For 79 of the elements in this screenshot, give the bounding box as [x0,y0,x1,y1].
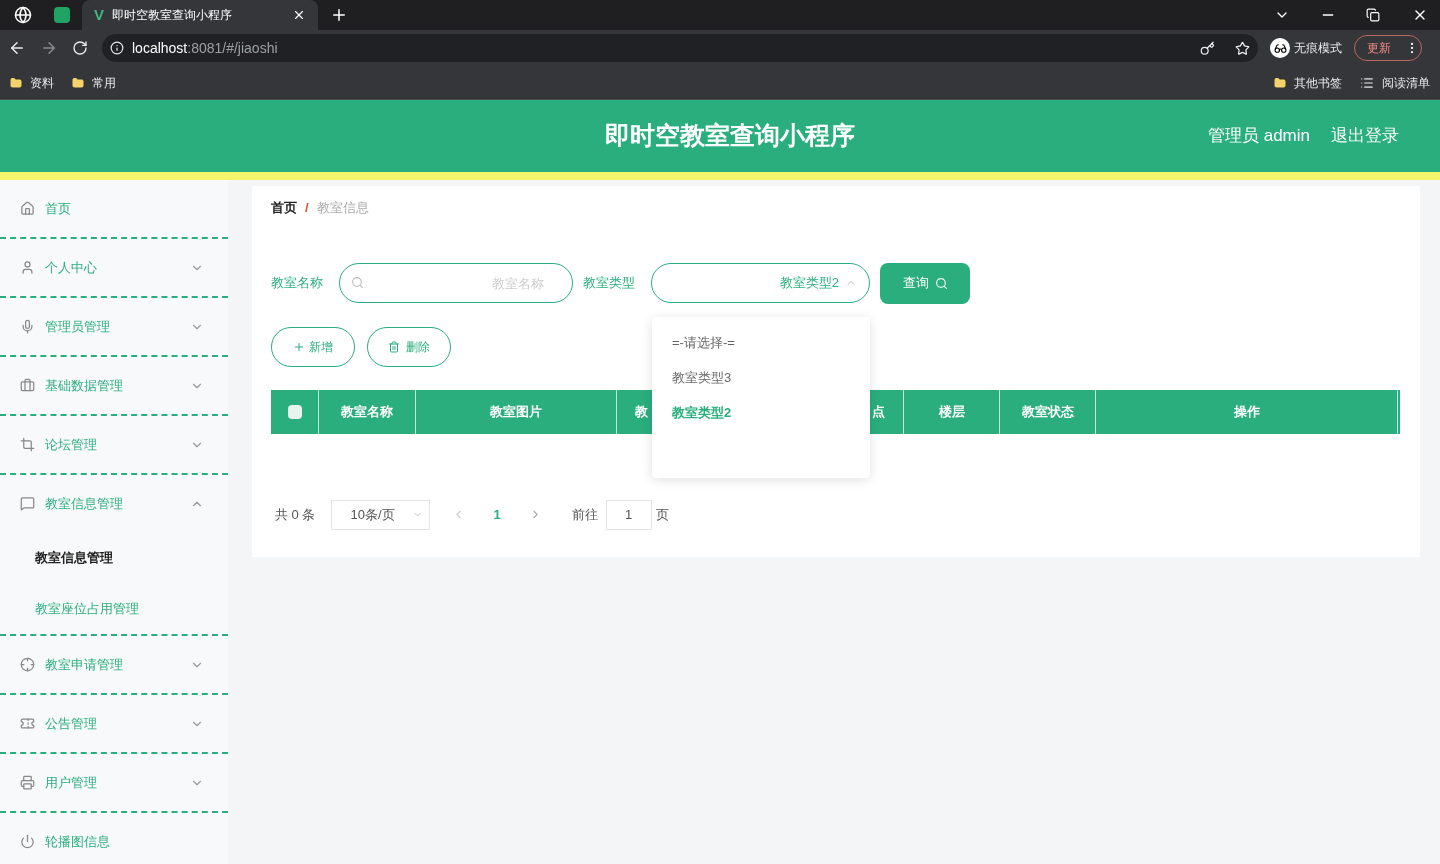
profile-label: 无痕模式 [1294,40,1342,57]
list-icon[interactable] [1360,75,1374,90]
column-header: 点 [872,402,885,421]
field-label: 教室类型 [583,274,636,293]
chat-icon [20,496,35,511]
folder-icon[interactable] [10,75,22,90]
back-icon[interactable] [8,39,26,57]
menu-item[interactable]: 教室申请管理 [45,654,180,675]
menu-item[interactable]: 论坛管理 [45,434,180,455]
menu-item[interactable]: 轮播图信息 [45,831,208,852]
select-all-checkbox[interactable] [287,404,302,419]
breadcrumb-current: 教室信息 [316,199,369,217]
page-number[interactable]: 1 [493,504,501,525]
column-header: 楼层 [938,402,965,421]
logout-link[interactable]: 退出登录 [1331,123,1399,149]
browser-tab[interactable]: V 即时空教室查询小程序 [82,0,318,30]
page-unit-label: 页 [655,505,669,524]
incognito-icon [1270,38,1290,58]
goto-label: 前往 [571,505,598,524]
briefcase-icon [20,378,35,393]
menu-item[interactable]: 公告管理 [45,713,180,734]
globe-icon[interactable] [14,6,32,24]
tab-logo: V [94,4,104,25]
field-label: 教室名称 [271,274,324,293]
plus-icon [293,340,305,353]
dropdown-option[interactable]: 教室类型3 [652,360,870,395]
new-tab-icon[interactable] [330,6,348,24]
page-size-select[interactable]: 10条/页 [331,499,431,530]
key-icon[interactable] [1200,40,1215,56]
column-header: 教室状态 [1021,402,1074,421]
ticket-icon [20,716,35,731]
search-icon [934,276,948,290]
update-button[interactable]: 更新 [1367,39,1391,57]
menu-item[interactable]: 用户管理 [45,772,180,793]
total-count: 共 0 条 [275,505,316,524]
submenu-item[interactable]: 教室信息管理 [0,532,228,583]
star-icon[interactable] [1235,40,1250,56]
bookmark-link[interactable]: 资料 [30,73,54,92]
info-icon[interactable] [110,41,124,55]
query-button[interactable]: 查询 [880,262,970,304]
goto-page-field[interactable]: 1 [605,499,652,530]
search-icon [351,276,364,289]
user-label: 管理员 admin [1207,125,1310,148]
bookmark-link[interactable]: 阅读清单 [1382,73,1430,92]
restore-icon[interactable] [1366,8,1380,22]
folder-icon[interactable] [72,75,84,90]
bookmark-link[interactable]: 常用 [92,73,116,92]
column-header: 操作 [1233,402,1260,421]
dropdown-option[interactable]: 教室类型2 [652,395,870,430]
profile-chip[interactable]: 无痕模式 [1266,34,1346,62]
column-header: 教室名称 [341,402,393,421]
menu-item[interactable]: 基础数据管理 [45,375,180,396]
home-icon [20,201,35,216]
dropdown-option[interactable]: =-请选择-= [652,325,870,360]
submenu-item[interactable]: 教室座位占用管理 [0,583,228,634]
printer-icon [20,775,35,790]
close-icon[interactable] [292,8,306,22]
reload-icon[interactable] [72,40,88,56]
menu-item[interactable]: 管理员管理 [45,316,180,337]
crosshair-icon [20,657,35,672]
address-bar[interactable]: localhost:8081/#/jiaoshi [102,34,1258,62]
folder-icon[interactable] [1274,75,1286,90]
forward-icon[interactable] [40,39,58,57]
bookmark-link[interactable]: 其他书签 [1294,73,1342,92]
column-header: 教 [635,402,648,421]
user-icon [20,260,35,275]
column-header: 教室图片 [490,402,542,421]
breadcrumb-link[interactable]: 首页 [271,198,297,218]
menu-item[interactable]: 首页 [45,198,208,219]
microphone-icon [20,319,35,334]
power-icon [20,834,35,849]
menu-item[interactable]: 个人中心 [45,257,180,278]
tab-title: 即时空教室查询小程序 [112,7,233,24]
menu-item[interactable]: 教室信息管理 [45,493,180,514]
trash-icon [388,340,400,353]
crop-icon [20,437,35,452]
breadcrumb-separator: / [305,199,309,217]
app-title: 即时空教室查询小程序 [605,120,855,152]
url-text: localhost:8081/#/jiaoshi [132,38,279,58]
